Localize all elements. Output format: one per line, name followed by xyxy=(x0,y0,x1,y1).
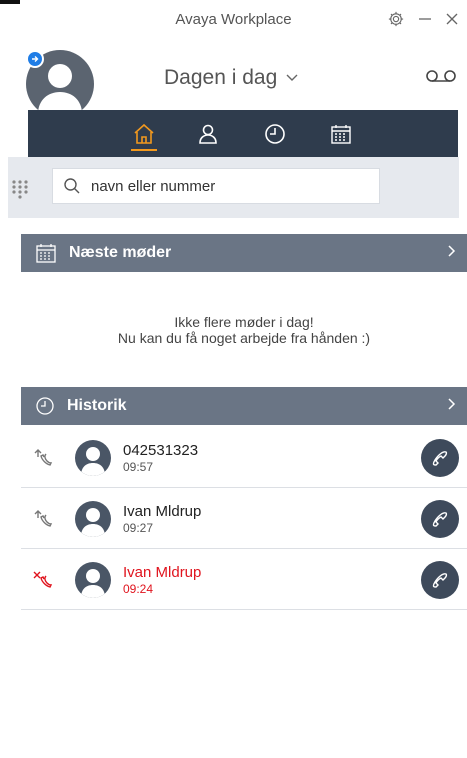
tab-history[interactable] xyxy=(255,110,295,157)
empty-message-line1: Ikke flere møder i dag! xyxy=(174,314,314,330)
search-field[interactable] xyxy=(52,168,380,204)
chevron-down-icon xyxy=(286,74,298,81)
history-row[interactable]: 042531323 09:57 xyxy=(21,428,467,488)
contact-name: 042531323 xyxy=(123,442,199,459)
history-icon xyxy=(265,123,285,144)
settings-icon[interactable] xyxy=(385,8,407,30)
call-button[interactable] xyxy=(421,561,459,599)
meetings-empty-message: Ikke flere møder i dag! Nu kan du få nog… xyxy=(21,314,467,346)
tab-contacts[interactable] xyxy=(188,110,228,157)
dialpad-icon[interactable] xyxy=(8,177,32,201)
meetings-header[interactable]: Næste møder xyxy=(21,234,467,272)
user-avatar[interactable] xyxy=(26,50,94,118)
contact-name: Ivan Mldrup xyxy=(123,564,202,581)
contacts-icon xyxy=(199,124,217,144)
calendar-icon xyxy=(331,124,351,144)
calendar-icon xyxy=(36,244,56,263)
meetings-title: Næste møder xyxy=(69,244,172,261)
tab-home[interactable] xyxy=(124,110,164,157)
history-icon xyxy=(36,397,54,415)
phone-icon xyxy=(432,512,448,527)
call-time: 09:27 xyxy=(123,521,154,535)
missed-call-icon xyxy=(31,568,53,592)
voicemail-icon[interactable] xyxy=(424,66,460,86)
empty-message-line2: Nu kan du få noget arbejde fra hånden :) xyxy=(117,330,371,346)
title-bar: Avaya Workplace xyxy=(0,0,467,40)
person-icon xyxy=(81,508,105,537)
outgoing-call-icon xyxy=(31,507,53,531)
person-icon xyxy=(81,569,105,598)
person-icon xyxy=(81,447,105,476)
call-time: 09:57 xyxy=(123,460,154,474)
avatar xyxy=(75,562,111,598)
home-icon xyxy=(134,123,154,144)
tab-calendar[interactable] xyxy=(321,110,361,157)
history-row[interactable]: Ivan Mldrup 09:24 xyxy=(21,550,467,610)
day-selector-label: Dagen i dag xyxy=(164,66,278,89)
call-button[interactable] xyxy=(421,439,459,477)
history-header[interactable]: Historik xyxy=(21,387,467,425)
call-time: 09:24 xyxy=(123,582,154,596)
avatar xyxy=(75,501,111,537)
call-button[interactable] xyxy=(421,500,459,538)
history-row[interactable]: Ivan Mldrup 09:27 xyxy=(21,489,467,549)
contact-name: Ivan Mldrup xyxy=(123,503,202,520)
close-icon[interactable] xyxy=(441,8,463,30)
phone-icon xyxy=(432,451,448,466)
search-input[interactable] xyxy=(89,176,379,196)
avatar xyxy=(75,440,111,476)
active-tab-indicator xyxy=(131,149,157,151)
chevron-right-icon xyxy=(447,396,457,417)
chevron-right-icon xyxy=(447,243,457,264)
main-nav xyxy=(28,110,458,157)
minimize-icon[interactable] xyxy=(414,8,436,30)
search-icon xyxy=(64,178,80,194)
search-bar xyxy=(8,157,459,218)
day-selector-dropdown[interactable]: Dagen i dag xyxy=(164,66,299,90)
history-title: Historik xyxy=(67,397,127,414)
phone-icon xyxy=(432,573,448,588)
presence-status-icon xyxy=(26,50,44,68)
outgoing-call-icon xyxy=(31,446,53,470)
